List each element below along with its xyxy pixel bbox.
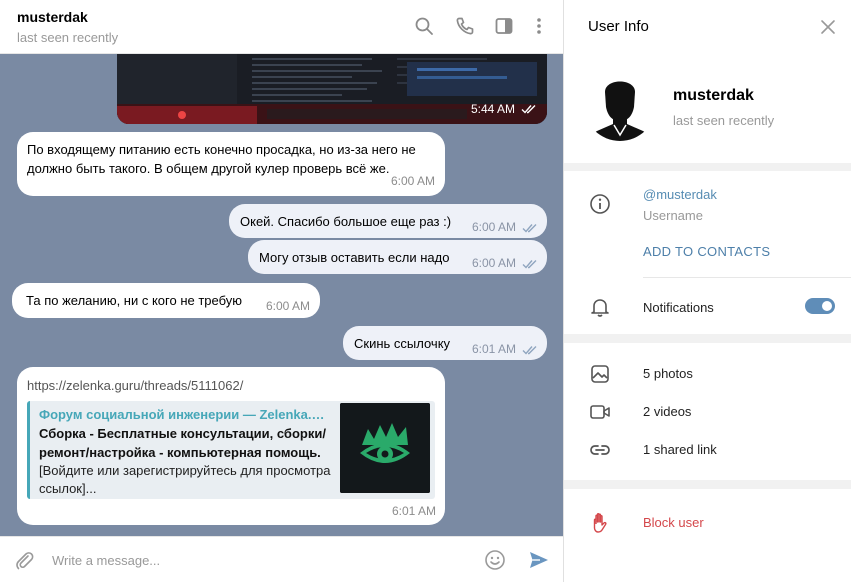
user-details-section: @musterdak Username ADD TO CONTACTS Noti… [564, 171, 851, 334]
read-checkmarks-icon [522, 345, 538, 355]
message-time: 6:00 AM [471, 220, 516, 234]
link-icon [588, 438, 612, 462]
close-icon[interactable] [818, 17, 838, 37]
image-message[interactable]: 5:44 AM [117, 54, 547, 124]
user-info-panel: User Info musterdak last seen recently @… [563, 0, 851, 582]
notifications-toggle[interactable] [805, 298, 835, 314]
toggle-knob [820, 299, 834, 313]
message-meta: 6:00 AM [391, 172, 435, 191]
chat-panel: musterdak last seen recently 5:44 AM По … [0, 0, 563, 582]
message-meta: 6:00 AM [472, 254, 538, 273]
shared-photos-item[interactable]: 5 photos [643, 366, 693, 381]
divider [643, 277, 851, 278]
message-meta: 6:01 AM [392, 502, 436, 521]
more-vertical-icon[interactable] [528, 15, 550, 37]
avatar[interactable] [584, 69, 656, 141]
message-time: 6:00 AM [471, 256, 516, 270]
message-meta: 6:00 AM [266, 297, 310, 316]
contact-status: last seen recently [17, 30, 119, 45]
message-bubble-outgoing[interactable]: Могу отзыв оставить если надо 6:00 AM [248, 240, 547, 274]
link-preview-thumbnail [340, 403, 430, 493]
user-info-header: User Info musterdak last seen recently [564, 0, 851, 163]
notifications-label: Notifications [643, 300, 714, 315]
message-list[interactable]: 5:44 AM По входящему питанию есть конечн… [0, 54, 563, 536]
message-text: По входящему питанию есть конечно просад… [27, 142, 416, 176]
sidebar-toggle-icon[interactable] [493, 15, 515, 37]
shared-links-item[interactable]: 1 shared link [643, 442, 717, 457]
message-time: 6:00 AM [390, 174, 435, 188]
read-checkmarks-icon [521, 104, 537, 114]
phone-icon[interactable] [454, 15, 476, 37]
message-input[interactable] [52, 550, 442, 570]
user-status: last seen recently [673, 113, 775, 128]
message-bubble-incoming[interactable]: Та по желанию, ни с кого не требую 6:00 … [12, 283, 320, 318]
user-name: musterdak [673, 87, 754, 104]
emoji-icon[interactable] [483, 548, 507, 572]
attach-icon[interactable] [12, 548, 36, 572]
bell-icon [588, 295, 612, 319]
username-label: Username [643, 208, 703, 223]
search-icon[interactable] [413, 15, 435, 37]
message-time: 6:00 AM [265, 299, 310, 313]
message-bubble-incoming[interactable]: По входящему питанию есть конечно просад… [17, 132, 445, 196]
message-time: 5:44 AM [470, 102, 515, 116]
username-value[interactable]: @musterdak [643, 187, 717, 202]
read-checkmarks-icon [522, 259, 538, 269]
info-icon [588, 192, 612, 216]
message-meta: 6:00 AM [472, 218, 538, 237]
message-meta: 6:01 AM [472, 340, 538, 359]
read-checkmarks-icon [522, 223, 538, 233]
message-bubble-link[interactable]: https://zelenka.guru/threads/5111062/ Фо… [17, 367, 445, 525]
link-preview-title: Сборка - Бесплатные консультации, сборки… [39, 426, 326, 460]
add-to-contacts-button[interactable]: ADD TO CONTACTS [643, 244, 770, 259]
message-text: Окей. Спасибо большое еще раз :) [240, 214, 452, 229]
message-link-url[interactable]: https://zelenka.guru/threads/5111062/ [27, 376, 243, 395]
link-preview[interactable]: Форум социальной инженерии — Zelenka.gur… [27, 401, 435, 499]
image-message-meta: 5:44 AM [471, 102, 537, 116]
video-icon [588, 400, 612, 424]
link-preview-site: Форум социальной инженерии — Zelenka.gur… [39, 407, 329, 422]
eye-logo-icon [340, 403, 430, 493]
chat-header: musterdak last seen recently [0, 0, 563, 54]
shared-media-section: 5 photos 2 videos 1 shared link [564, 343, 851, 480]
photo-icon [588, 362, 612, 386]
shared-videos-item[interactable]: 2 videos [643, 404, 691, 419]
message-bubble-outgoing[interactable]: Окей. Спасибо большое еще раз :) 6:00 AM [229, 204, 547, 238]
block-section: Block user [564, 489, 851, 582]
contact-name[interactable]: musterdak [17, 9, 88, 25]
send-icon[interactable] [527, 548, 551, 572]
message-time: 6:01 AM [471, 342, 516, 356]
message-text: Та по желанию, ни с кого не требую [26, 293, 243, 308]
panel-title: User Info [588, 18, 649, 35]
message-text: Могу отзыв оставить если надо [259, 250, 450, 265]
link-preview-description: [Войдите или зарегистрируйтесь для просм… [39, 463, 331, 496]
silhouette-avatar-icon [584, 69, 656, 141]
message-bubble-outgoing[interactable]: Скинь ссылочку 6:01 AM [343, 326, 547, 360]
message-composer [0, 536, 563, 582]
message-time: 6:01 AM [391, 504, 436, 518]
hand-block-icon [588, 511, 612, 535]
block-user-button[interactable]: Block user [643, 515, 704, 530]
message-text: Скинь ссылочку [354, 336, 451, 351]
